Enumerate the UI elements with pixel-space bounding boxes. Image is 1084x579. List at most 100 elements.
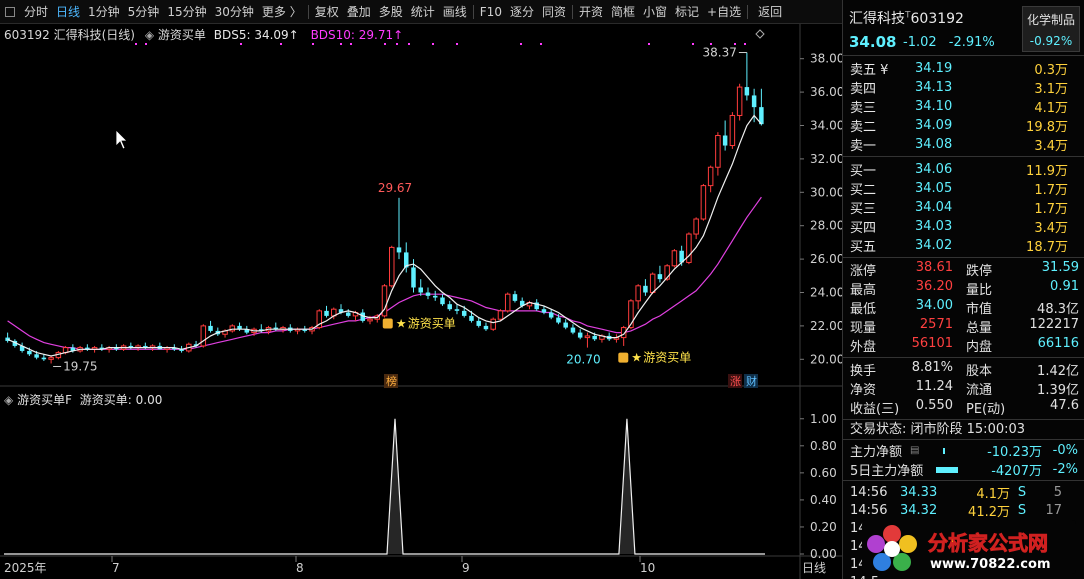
time-axis-label: 9 xyxy=(462,561,470,575)
bids-row[interactable]: 买五 34.02 18.7万 xyxy=(843,236,1084,255)
ind-axis-label: 0.00 xyxy=(810,547,837,561)
candle-body xyxy=(744,87,750,96)
asks-label: 卖二 xyxy=(850,120,877,135)
toolbar-item-9[interactable]: 多股 xyxy=(375,0,407,24)
toolbar-item-18[interactable]: 标记 xyxy=(671,0,703,24)
asks-row[interactable]: 卖四 34.13 3.1万 xyxy=(843,78,1084,97)
bids-label: 买三 xyxy=(850,202,877,217)
candle-body xyxy=(548,312,554,318)
asks-row[interactable]: 卖一 34.08 3.4万 xyxy=(843,135,1084,154)
candle-body xyxy=(657,274,663,280)
stat-value: 0.550 xyxy=(915,398,953,413)
star-icon: ★ xyxy=(631,351,642,365)
tick-s: S xyxy=(1017,502,1027,518)
ask-book: 卖五 ¥ 34.19 0.3万 卖四 34.13 3.1万 卖三 34.10 4.1万 卖二 34.… xyxy=(843,56,1084,157)
toolbar-item-19[interactable]: +自选 xyxy=(703,0,745,24)
price-axis-label: 26.00 xyxy=(810,252,842,266)
toolbar-item-6[interactable]: 更多 〉 xyxy=(258,0,306,24)
toolbar-items: 分时 日线 1分钟 5分钟 15分钟 30分钟 更多 〉复权 叠加 多股 统计 画线 F10 逐分 同资开… xyxy=(20,0,786,24)
bids-row[interactable]: 买四 34.03 3.4万 xyxy=(843,217,1084,236)
indicator-settings-icon[interactable]: ◈ xyxy=(4,393,13,407)
signal-dot xyxy=(540,43,542,45)
bang-tag: 榜 xyxy=(386,374,397,388)
stat-value: 36.20 xyxy=(915,279,953,294)
toolbar-item-5[interactable]: 30分钟 xyxy=(211,0,258,24)
stat-item: 最低 34.00 xyxy=(843,298,959,317)
candle-body xyxy=(715,135,721,168)
stat-label: 市值 xyxy=(966,302,993,317)
asks-row[interactable]: 卖三 34.10 4.1万 xyxy=(843,97,1084,116)
kline-chart[interactable]: 38.00 36.00 34.00 32.00 30.00 28.00 26.00 24.00… xyxy=(0,24,842,579)
toolbar-item-3[interactable]: 5分钟 xyxy=(124,0,164,24)
asks-vol: 0.3万 xyxy=(1034,63,1068,78)
stat-item: 跌停 31.59 xyxy=(959,260,1084,279)
toolbar-item-17[interactable]: 小窗 xyxy=(639,0,671,24)
bids-price: 34.03 xyxy=(915,219,953,234)
fund-flow-bar xyxy=(936,466,958,473)
asks-row[interactable]: 卖二 34.09 19.8万 xyxy=(843,116,1084,135)
time-axis-label: 8 xyxy=(296,561,304,575)
quote-panel: 汇得科技T603192 34.08 -1.02 -2.91% 化学制品 -0.9… xyxy=(842,0,1084,579)
stat-value: 0.91 xyxy=(1050,279,1079,294)
stat-label: 股本 xyxy=(966,364,993,379)
sector-box[interactable]: 化学制品 -0.92% xyxy=(1022,6,1080,52)
asks-row[interactable]: 卖五 ¥ 34.19 0.3万 xyxy=(843,59,1084,78)
candle-body xyxy=(346,312,351,316)
fund-flow-label: 5日主力净额 xyxy=(850,464,924,479)
stat-item: PE(动) 47.6 xyxy=(959,398,1084,417)
stat-item: 总量 122217 xyxy=(959,317,1084,336)
list-icon[interactable]: ▤ xyxy=(910,445,919,456)
stat-item: 量比 0.91 xyxy=(959,279,1084,298)
candle-body xyxy=(700,185,707,220)
toolbar-item-10[interactable]: 统计 xyxy=(407,0,439,24)
indicator-formula: 游资买单F xyxy=(17,393,72,407)
signal-label: 游资买单 xyxy=(643,351,691,365)
ind-axis-label: 0.80 xyxy=(810,439,837,453)
price-axis-label: 32.00 xyxy=(810,152,842,166)
bids-label: 买四 xyxy=(850,221,877,236)
candle-body xyxy=(504,293,511,312)
toolbar-item-14[interactable]: 同资 xyxy=(538,0,570,24)
price-axis-label: 38.00 xyxy=(810,52,842,66)
toolbar-item-15[interactable]: 开资 xyxy=(575,0,607,24)
bids-label: 买五 xyxy=(850,240,877,255)
ind-axis-label: 1.00 xyxy=(810,412,837,426)
bids-row[interactable]: 买二 34.05 1.7万 xyxy=(843,179,1084,198)
toolbar-item-11[interactable]: 画线 xyxy=(439,0,471,24)
stock-change-abs: -1.02 xyxy=(903,35,937,50)
toolbar-item-16[interactable]: 简框 xyxy=(607,0,639,24)
asks-price: 34.08 xyxy=(915,137,953,152)
toolbar-separator xyxy=(571,4,573,19)
toolbar-item-20[interactable]: 返回 xyxy=(754,0,786,24)
candle-body xyxy=(635,285,641,302)
candle-body xyxy=(751,95,757,108)
toolbar-item-7[interactable]: 复权 xyxy=(311,0,343,24)
toolbar-item-0[interactable]: 分时 xyxy=(20,0,52,24)
diamond-handle-icon[interactable] xyxy=(755,29,765,39)
fund-flow: 主力净额 ▤ -10.23万 -0% 5日主力净额 -4207万 -2% xyxy=(843,440,1084,481)
candle-body xyxy=(34,354,39,358)
toolbar-item-4[interactable]: 15分钟 xyxy=(163,0,210,24)
bids-label: 买一 xyxy=(850,164,877,179)
toolbar-item-2[interactable]: 1分钟 xyxy=(84,0,124,24)
candle-body xyxy=(556,317,561,323)
signal-dot xyxy=(456,43,458,45)
signal-dot xyxy=(408,43,410,45)
signal-dot xyxy=(648,43,650,45)
layout-grid-icon[interactable] xyxy=(0,0,20,24)
stat-item: 换手 8.81% xyxy=(843,360,959,379)
toolbar-item-13[interactable]: 逐分 xyxy=(506,0,538,24)
tick-p: 34.33 xyxy=(900,484,938,500)
chart-indicator-name: 游资买单 xyxy=(157,28,206,42)
bids-row[interactable]: 买一 34.06 11.9万 xyxy=(843,160,1084,179)
candle-body xyxy=(48,357,54,360)
candle-body xyxy=(447,304,452,310)
watermark-title: 分析家公式网 xyxy=(928,531,1048,555)
toolbar-item-12[interactable]: F10 xyxy=(476,0,506,24)
bids-row[interactable]: 买三 34.04 1.7万 xyxy=(843,198,1084,217)
toolbar-item-8[interactable]: 叠加 xyxy=(343,0,375,24)
candle-body xyxy=(418,287,423,293)
toolbar-item-1[interactable]: 日线 xyxy=(52,0,84,24)
candle-body xyxy=(411,267,416,288)
indicator-toggle-icon[interactable]: ◈ xyxy=(145,28,154,42)
